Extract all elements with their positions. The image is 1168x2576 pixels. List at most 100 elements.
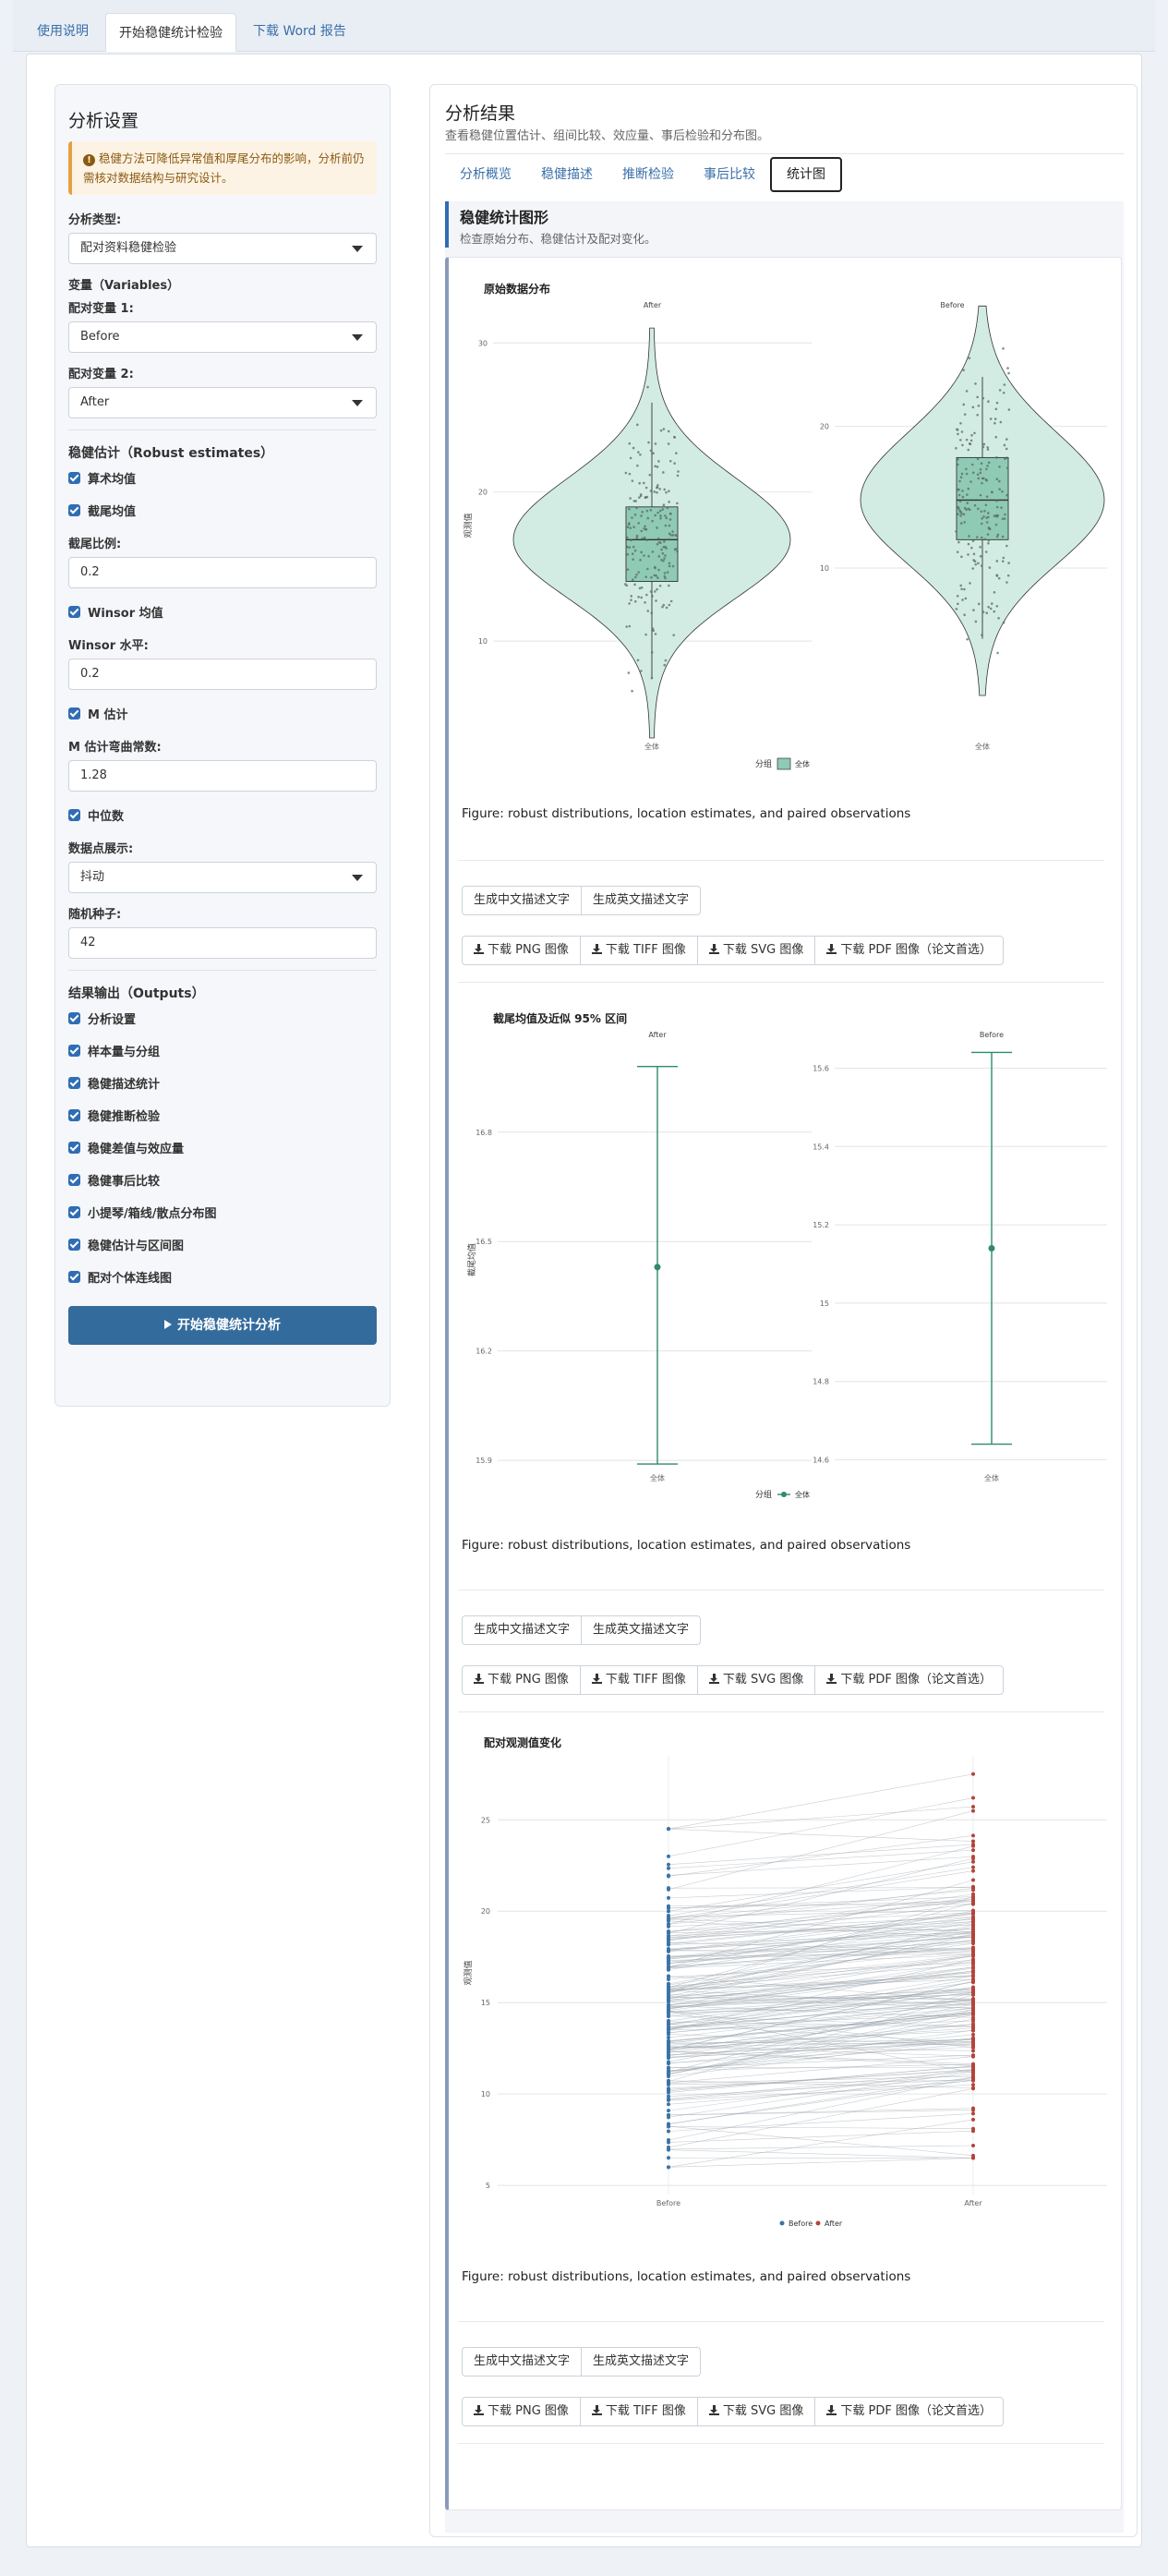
button-label: 生成中文描述文字 <box>474 1623 571 1637</box>
tab-post-hoc[interactable]: 事后比较 <box>689 157 770 192</box>
data-point <box>645 509 649 513</box>
download-png-button[interactable]: 下载 PNG 图像 <box>462 2397 581 2426</box>
checkbox-output-8[interactable]: 配对个体连线图 <box>68 1268 377 1286</box>
checkbox-checked-icon[interactable] <box>68 1142 80 1154</box>
download-svg-button[interactable]: 下载 SVG 图像 <box>696 936 816 965</box>
checkbox-checked-icon[interactable] <box>68 1174 80 1186</box>
pair-line <box>668 2071 974 2099</box>
data-point <box>969 480 972 483</box>
download-button-group: 下载 PNG 图像 下载 TIFF 图像 下载 SVG 图像 下载 PDF 图像（论文… <box>462 2397 1004 2426</box>
tab-robust-descriptive[interactable]: 稳健描述 <box>526 157 608 192</box>
checkbox-winsor-mean[interactable]: Winsor 均值 <box>68 603 377 621</box>
checkbox-output-1[interactable]: 样本量与分组 <box>68 1042 377 1059</box>
generate-chinese-text-button[interactable]: 生成中文描述文字 <box>462 1615 583 1645</box>
generate-chinese-text-button[interactable]: 生成中文描述文字 <box>462 2347 583 2376</box>
checkbox-checked-icon[interactable] <box>68 809 80 821</box>
download-svg-button[interactable]: 下载 SVG 图像 <box>696 2397 816 2426</box>
box-iqr <box>625 506 679 582</box>
after-point <box>971 1865 975 1869</box>
download-svg-button[interactable]: 下载 SVG 图像 <box>696 1665 816 1695</box>
var2-select[interactable]: After <box>68 387 377 418</box>
data-point <box>654 465 656 468</box>
download-tiff-button[interactable]: 下载 TIFF 图像 <box>579 1665 698 1695</box>
checkbox-output-6[interactable]: 小提琴/箱线/散点分布图 <box>68 1203 377 1221</box>
results-panel: 分析结果 查看稳健位置估计、组间比较、效应量、事后检验和分布图。 分析概览 稳健… <box>429 84 1138 2537</box>
checkbox-output-7[interactable]: 稳健估计与区间图 <box>68 1236 377 1253</box>
before-point <box>667 2044 670 2049</box>
data-point <box>990 602 993 605</box>
download-icon <box>708 2405 719 2415</box>
download-tiff-button[interactable]: 下载 TIFF 图像 <box>579 2397 698 2426</box>
data-point <box>959 514 962 517</box>
checkbox-checked-icon[interactable] <box>68 1045 80 1057</box>
m-constant-input[interactable]: 1.28 <box>68 760 377 792</box>
data-point <box>655 599 657 602</box>
data-point <box>995 574 998 576</box>
tab-inference[interactable]: 推断检验 <box>608 157 689 192</box>
download-pdf-button[interactable]: 下载 PDF 图像（论文首选） <box>814 936 1004 965</box>
data-point <box>1005 493 1008 497</box>
data-point <box>649 508 653 512</box>
generate-english-text-button[interactable]: 生成英文描述文字 <box>581 1615 702 1645</box>
tab-download-word-report[interactable]: 下载 Word 报告 <box>240 12 359 51</box>
tab-overview[interactable]: 分析概览 <box>445 157 526 192</box>
checkbox-output-4[interactable]: 稳健差值与效应量 <box>68 1139 377 1156</box>
run-analysis-button[interactable]: 开始稳健统计分析 <box>68 1306 377 1345</box>
data-point <box>977 477 981 480</box>
generate-english-text-button[interactable]: 生成英文描述文字 <box>581 886 702 915</box>
checkbox-m-estimate[interactable]: M 估计 <box>68 705 377 722</box>
download-tiff-button[interactable]: 下载 TIFF 图像 <box>579 936 698 965</box>
button-label: 下载 PNG 图像 <box>488 943 569 957</box>
data-point <box>663 557 666 560</box>
generate-english-text-button[interactable]: 生成英文描述文字 <box>581 2347 702 2376</box>
checkbox-checked-icon[interactable] <box>68 1271 80 1283</box>
data-point <box>986 446 989 449</box>
generate-chinese-text-button[interactable]: 生成中文描述文字 <box>462 886 583 915</box>
checkbox-mean[interactable]: 算术均值 <box>68 469 377 487</box>
checkbox-checked-icon[interactable] <box>68 1239 80 1251</box>
data-point <box>654 590 656 593</box>
data-point <box>656 587 658 591</box>
data-point <box>641 537 644 540</box>
data-point <box>967 553 969 556</box>
data-point <box>986 512 990 514</box>
pair-line <box>668 1886 974 1899</box>
checkbox-median[interactable]: 中位数 <box>68 806 377 824</box>
var1-select[interactable]: Before <box>68 321 377 353</box>
after-point <box>971 1842 975 1846</box>
tab-plots[interactable]: 统计图 <box>770 156 842 192</box>
data-point <box>998 466 1001 468</box>
results-subtitle: 查看稳健位置估计、组间比较、效应量、事后检验和分布图。 <box>445 129 770 143</box>
download-pdf-button[interactable]: 下载 PDF 图像（论文首选） <box>814 1665 1004 1695</box>
download-pdf-button[interactable]: 下载 PDF 图像（论文首选） <box>814 2397 1004 2426</box>
download-png-button[interactable]: 下载 PNG 图像 <box>462 1665 581 1695</box>
after-point <box>971 1886 975 1891</box>
checkbox-trimmed-mean[interactable]: 截尾均值 <box>68 502 377 519</box>
data-point <box>970 433 973 437</box>
checkbox-checked-icon[interactable] <box>68 1206 80 1218</box>
trim-input[interactable]: 0.2 <box>68 557 377 588</box>
checkbox-checked-icon[interactable] <box>68 472 80 484</box>
violin-plot: 原始数据分布 After 10 20 30 全体 Before 10 20 全体 观测值分组 全体 <box>463 282 1107 770</box>
analysis-type-select[interactable]: 配对资料稳健检验 <box>68 233 377 264</box>
points-select[interactable]: 抖动 <box>68 862 377 893</box>
checkbox-output-5[interactable]: 稳健事后比较 <box>68 1171 377 1189</box>
checkbox-output-3[interactable]: 稳健推断检验 <box>68 1107 377 1124</box>
checkbox-output-0[interactable]: 分析设置 <box>68 1010 377 1027</box>
winsor-input[interactable]: 0.2 <box>68 659 377 690</box>
data-point <box>629 526 632 530</box>
checkbox-checked-icon[interactable] <box>68 1012 80 1024</box>
checkbox-checked-icon[interactable] <box>68 707 80 720</box>
data-point <box>631 552 634 555</box>
checkbox-label: Winsor 均值 <box>88 607 163 621</box>
tab-start-robust-test[interactable]: 开始稳健统计检验 <box>105 13 236 52</box>
tab-instructions[interactable]: 使用说明 <box>24 12 102 51</box>
download-png-button[interactable]: 下载 PNG 图像 <box>462 936 581 965</box>
checkbox-checked-icon[interactable] <box>68 504 80 516</box>
checkbox-checked-icon[interactable] <box>68 606 80 618</box>
data-point <box>987 515 990 519</box>
seed-input[interactable]: 42 <box>68 927 377 959</box>
checkbox-output-2[interactable]: 稳健描述统计 <box>68 1074 377 1092</box>
checkbox-checked-icon[interactable] <box>68 1077 80 1089</box>
checkbox-checked-icon[interactable] <box>68 1109 80 1121</box>
